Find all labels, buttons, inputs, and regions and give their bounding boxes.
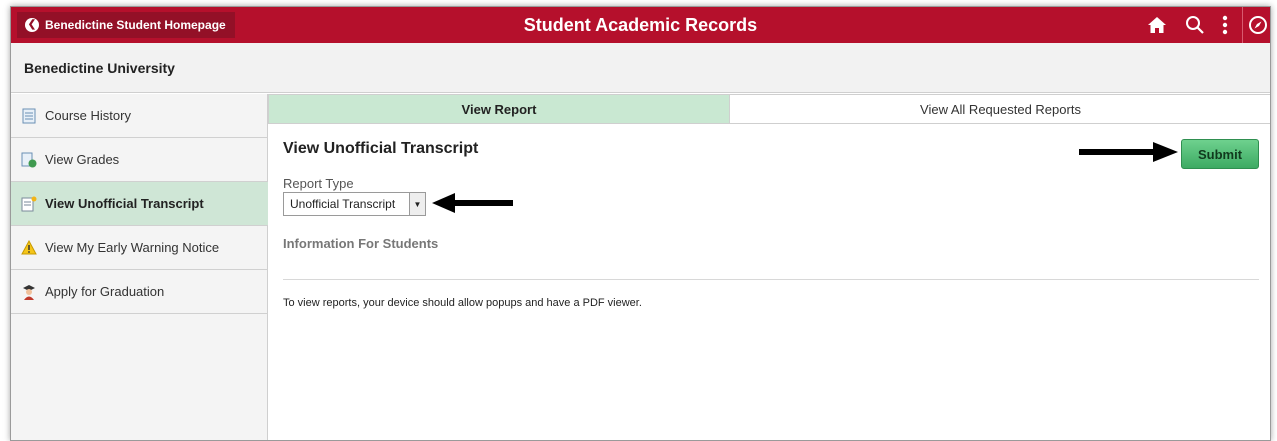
top-banner: ❮ Benedictine Student Homepage Student A… <box>11 7 1270 43</box>
sidebar-item-course-history[interactable]: Course History <box>11 94 268 138</box>
sidebar-item-label: View Grades <box>45 152 120 167</box>
back-button-label: Benedictine Student Homepage <box>45 18 226 32</box>
submit-button[interactable]: Submit <box>1181 139 1259 169</box>
sidebar-item-early-warning-notice[interactable]: View My Early Warning Notice <box>11 226 268 270</box>
tab-view-report[interactable]: View Report <box>268 94 730 124</box>
information-heading: Information For Students <box>283 236 439 251</box>
grades-icon <box>21 152 37 168</box>
report-type-label: Report Type <box>283 176 354 191</box>
more-actions-icon[interactable] <box>1211 7 1239 43</box>
warning-icon <box>21 240 37 256</box>
institution-name: Benedictine University <box>24 60 175 76</box>
report-type-select[interactable]: Unofficial Transcript ▼ <box>283 192 426 216</box>
sidebar-item-label: Apply for Graduation <box>45 284 165 299</box>
popup-pdf-note: To view reports, your device should allo… <box>283 297 642 309</box>
institution-header: Benedictine University <box>11 43 1270 93</box>
navbar-compass-icon[interactable] <box>1245 7 1270 43</box>
tab-view-all-requested-reports[interactable]: View All Requested Reports <box>729 94 1270 124</box>
sidebar: Course History View Grades View Unoffici… <box>11 94 268 440</box>
banner-separator <box>1242 7 1243 43</box>
course-history-icon <box>21 108 37 124</box>
sidebar-item-view-grades[interactable]: View Grades <box>11 138 268 182</box>
transcript-icon <box>21 196 37 212</box>
sidebar-item-view-unofficial-transcript[interactable]: View Unofficial Transcript <box>11 182 268 226</box>
back-to-homepage-button[interactable]: ❮ Benedictine Student Homepage <box>17 12 235 38</box>
right-arrow-icon <box>1079 142 1178 162</box>
dropdown-arrow-icon: ▼ <box>409 193 425 215</box>
search-icon[interactable] <box>1179 7 1211 43</box>
divider <box>283 279 1259 280</box>
sidebar-item-label: View Unofficial Transcript <box>45 196 204 211</box>
sidebar-item-label: View My Early Warning Notice <box>45 240 220 255</box>
back-chevron-icon: ❮ <box>25 18 39 32</box>
home-icon[interactable] <box>1141 7 1173 43</box>
sidebar-item-apply-for-graduation[interactable]: Apply for Graduation <box>11 270 268 314</box>
content-title: View Unofficial Transcript <box>283 140 479 157</box>
report-type-value: Unofficial Transcript <box>290 197 396 211</box>
sidebar-item-label: Course History <box>45 108 131 123</box>
left-arrow-icon <box>432 193 513 213</box>
graduate-icon <box>21 284 37 300</box>
app-window: ❮ Benedictine Student Homepage Student A… <box>10 6 1271 441</box>
